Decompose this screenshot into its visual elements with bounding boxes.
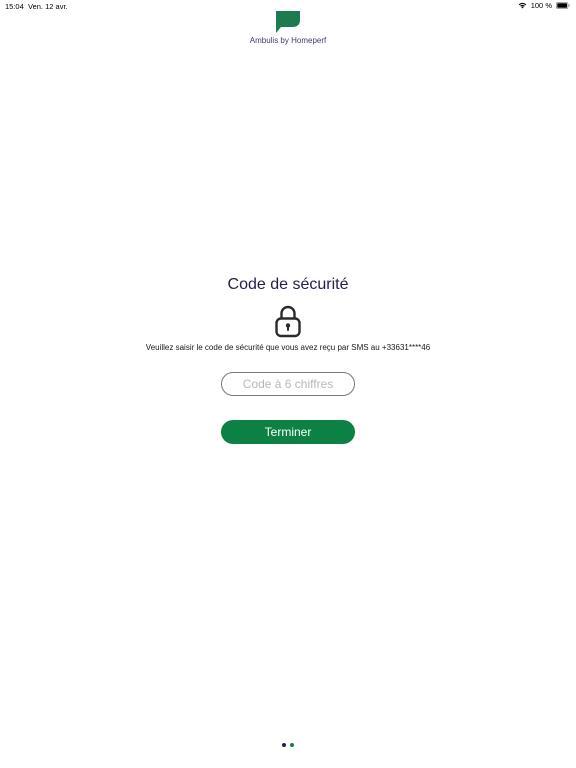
wifi-icon	[518, 2, 527, 9]
status-date: Ven. 12 avr.	[28, 2, 68, 11]
page-dot-2	[290, 743, 294, 747]
page-title: Code de sécurité	[227, 276, 349, 293]
flag-logo-icon	[276, 11, 300, 33]
status-time: 15:04	[5, 2, 24, 11]
security-code-input[interactable]	[221, 372, 355, 396]
battery-percent: 100 %	[530, 1, 552, 10]
page-indicator	[0, 743, 576, 747]
finish-button[interactable]: Terminer	[221, 420, 355, 444]
status-indicators: 100 %	[518, 1, 570, 10]
security-code-screen: 15:04 Ven. 12 avr. 100 % Ambulis by Home…	[0, 0, 576, 768]
padlock-icon	[274, 304, 302, 338]
app-name: Ambulis by Homeperf	[249, 36, 327, 45]
page-dot-1	[282, 743, 286, 747]
battery-full-icon	[556, 2, 570, 9]
instructions-text: Veuillez saisir le code de sécurité que …	[145, 343, 431, 352]
